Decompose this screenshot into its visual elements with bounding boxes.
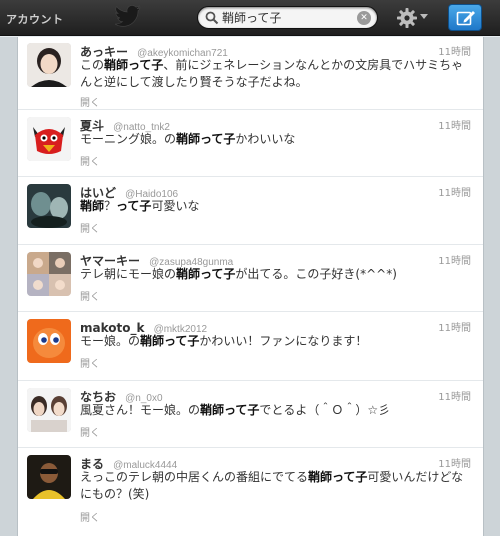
search-keyword-highlight: 鞘師って子	[176, 267, 236, 281]
tweet-header: まる @maluck4444	[80, 453, 177, 471]
clear-search-icon[interactable]: ✕	[357, 11, 371, 25]
tweet-item[interactable]: なちお @n_0x0 11時間 風夏さん！モー娘。の鞘師って子でとるよ（＾Ｏ＾）…	[18, 382, 483, 448]
tweet-timestamp[interactable]: 11時間	[438, 388, 471, 403]
tweet-text: えっこのテレ朝の中居くんの番組にでてる鞘師って子可愛いんだけどなにもの？(笑)	[80, 469, 475, 503]
tweet-header: あっキー @akeykomichan721	[80, 41, 228, 59]
tweet-expand-link[interactable]: 開く	[80, 424, 100, 439]
avatar[interactable]	[27, 388, 71, 432]
tweet-expand-link[interactable]: 開く	[80, 94, 100, 109]
tweet-timestamp[interactable]: 11時間	[438, 252, 471, 267]
avatar[interactable]	[27, 43, 71, 87]
tweet-timestamp[interactable]: 11時間	[438, 184, 471, 199]
tweet-expand-link[interactable]: 開く	[80, 220, 100, 235]
tweet-header: makoto_k @mktk2012	[80, 317, 207, 335]
avatar[interactable]	[27, 252, 71, 296]
tweet-header: ヤマーキー @zasupa48gunma	[80, 250, 233, 268]
search-keyword-highlight: 鞘師	[80, 199, 105, 213]
tweet-timestamp[interactable]: 11時間	[438, 319, 471, 334]
tweet-item[interactable]: はいど @Haido106 11時間 鞘師？って子可愛いな 開く	[18, 178, 483, 245]
tweet-item[interactable]: ヤマーキー @zasupa48gunma 11時間 テレ朝にモー娘の鞘師って子が…	[18, 246, 483, 312]
gear-icon[interactable]	[396, 7, 418, 29]
compose-tweet-button[interactable]	[448, 4, 482, 31]
tweet-text-segment: 風夏さん！モー娘。の	[80, 403, 201, 417]
top-bar: アカウント ✕	[0, 0, 500, 36]
chevron-down-icon[interactable]	[420, 14, 428, 19]
search-keyword-highlight: って子	[116, 199, 152, 213]
tweet-text: 鞘師？って子可愛いな	[80, 198, 475, 215]
tweet-expand-link[interactable]: 開く	[80, 509, 100, 524]
tweet-item[interactable]: 夏斗 @natto_tnk2 11時間 モーニング娘。の鞘師って子かわいいな 開…	[18, 111, 483, 177]
tweet-text-segment: かわいいな	[235, 132, 296, 146]
tweet-header: はいど @Haido106	[80, 182, 178, 200]
search-input[interactable]	[222, 9, 347, 26]
tweet-expand-link[interactable]: 開く	[80, 288, 100, 303]
tweet-text: モー娘。の鞘師って子かわいい！ファンになります！	[80, 333, 475, 350]
search-field[interactable]: ✕	[197, 6, 378, 29]
tweet-item[interactable]: まる @maluck4444 11時間 えっこのテレ朝の中居くんの番組にでてる鞘…	[18, 449, 483, 536]
search-keyword-highlight: 鞘師って子	[200, 403, 260, 417]
tweet-text-segment: モーニング娘。の	[80, 132, 177, 146]
search-results-timeline: あっキー @akeykomichan721 11時間 この鞘師って子、前にジェネ…	[17, 37, 484, 536]
left-gutter	[0, 37, 17, 536]
tweet-text: テレ朝にモー娘の鞘師って子が出てる。この子好き(*^^*)	[80, 266, 475, 283]
avatar[interactable]	[27, 455, 71, 499]
compose-icon	[456, 11, 475, 26]
tweet-text: 風夏さん！モー娘。の鞘師って子でとるよ（＾Ｏ＾）☆彡	[80, 402, 475, 419]
avatar[interactable]	[27, 117, 71, 161]
tweet-timestamp[interactable]: 11時間	[438, 43, 471, 58]
tweet-text-segment: 可愛いな	[151, 199, 200, 213]
tweet-text-segment: この	[80, 58, 105, 72]
search-keyword-highlight: 鞘師って子	[176, 132, 236, 146]
search-icon	[205, 11, 219, 25]
tweet-expand-link[interactable]: 開く	[80, 153, 100, 168]
right-gutter	[484, 37, 500, 536]
tweet-item[interactable]: makoto_k @mktk2012 11時間 モー娘。の鞘師って子かわいい！フ…	[18, 313, 483, 381]
tweet-timestamp[interactable]: 11時間	[438, 455, 471, 470]
tweet-text-segment: ？	[104, 199, 117, 213]
tweet-text-segment: テレ朝にモー娘の	[80, 267, 177, 281]
search-keyword-highlight: 鞘師って子	[140, 334, 200, 348]
tweet-text-segment: が出てる。この子好き(*^^*)	[235, 267, 397, 281]
tweet-text-segment: かわいい！ファンになります！	[199, 334, 368, 348]
twitter-bird-icon[interactable]	[115, 5, 141, 27]
tweet-text: この鞘師って子、前にジェネレーションなんとかの文房具でハサミちゃんと逆にして渡し…	[80, 57, 475, 91]
tweet-header: 夏斗 @natto_tnk2	[80, 115, 170, 133]
tweet-header: なちお @n_0x0	[80, 386, 163, 404]
tweet-text-segment: でとるよ（＾Ｏ＾）☆彡	[259, 403, 391, 417]
tweet-item[interactable]: あっキー @akeykomichan721 11時間 この鞘師って子、前にジェネ…	[18, 37, 483, 110]
tweet-text: モーニング娘。の鞘師って子かわいいな	[80, 131, 475, 148]
avatar[interactable]	[27, 184, 71, 228]
search-keyword-highlight: 鞘師って子	[308, 470, 368, 484]
tweet-text-segment: えっこのテレ朝の中居くんの番組にでてる	[80, 470, 309, 484]
tweet-text-segment: モー娘。の	[80, 334, 141, 348]
search-keyword-highlight: 鞘師って子	[104, 58, 164, 72]
tweet-timestamp[interactable]: 11時間	[438, 117, 471, 132]
account-link[interactable]: アカウント	[6, 11, 64, 27]
tweet-expand-link[interactable]: 開く	[80, 355, 100, 370]
avatar[interactable]	[27, 319, 71, 363]
